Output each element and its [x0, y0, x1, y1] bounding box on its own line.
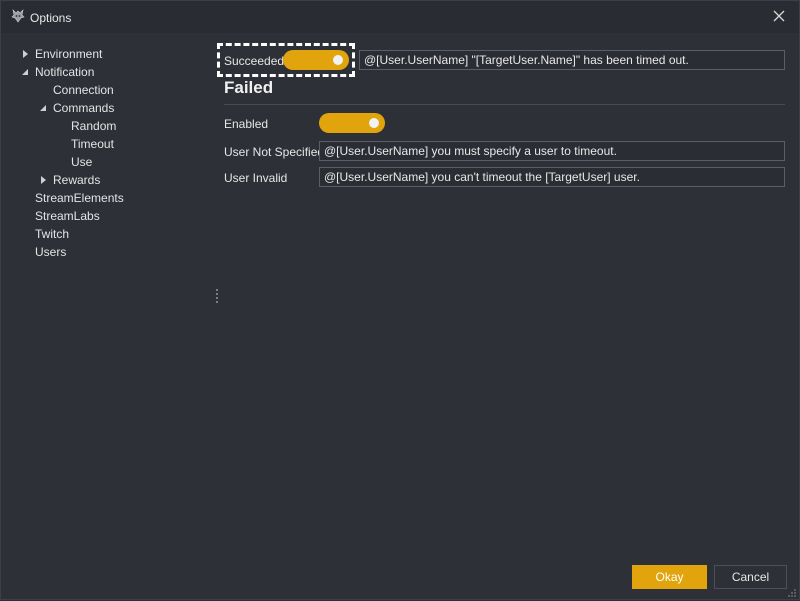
tree-item-label: Timeout	[71, 137, 114, 151]
succeeded-label: Succeeded	[224, 54, 285, 68]
chevron-right-icon[interactable]	[20, 45, 30, 63]
chevron-expanded-icon[interactable]	[38, 99, 48, 117]
succeeded-toggle[interactable]	[283, 50, 349, 70]
tree-item-notification[interactable]: Notification	[1, 63, 206, 81]
tree-item-label: Twitch	[35, 227, 70, 241]
tree-item-streamlabs[interactable]: StreamLabs	[1, 207, 206, 225]
failed-section-title: Failed	[224, 78, 274, 97]
close-icon	[773, 10, 785, 25]
options-window: Options Environment Notification Connectio…	[0, 0, 800, 600]
toggle-knob	[333, 55, 343, 65]
window-title: Options	[30, 11, 72, 25]
chevron-right-icon[interactable]	[38, 171, 48, 189]
tree-item-label: Environment	[35, 47, 103, 61]
resize-grip-icon[interactable]	[787, 587, 797, 597]
tree-item-rewards[interactable]: Rewards	[1, 171, 206, 189]
section-divider	[224, 104, 785, 105]
tree-item-label: StreamElements	[35, 191, 124, 205]
splitter-handle[interactable]	[216, 289, 219, 305]
tree-item-connection[interactable]: Connection	[1, 81, 206, 99]
cancel-button[interactable]: Cancel	[714, 565, 787, 589]
tree-item-label: StreamLabs	[35, 209, 100, 223]
toggle-knob	[369, 118, 379, 128]
dragon-shield-icon	[10, 8, 26, 24]
tree-item-timeout[interactable]: Timeout	[1, 135, 206, 153]
user-invalid-label: User Invalid	[224, 171, 288, 185]
tree-item-streamelements[interactable]: StreamElements	[1, 189, 206, 207]
okay-button[interactable]: Okay	[632, 565, 707, 589]
tree-item-commands[interactable]: Commands	[1, 99, 206, 117]
user-not-specified-label: User Not Specified	[224, 145, 325, 159]
tree-item-environment[interactable]: Environment	[1, 45, 206, 63]
tree-item-label: Connection	[53, 83, 114, 97]
tree-item-random[interactable]: Random	[1, 117, 206, 135]
tree-item-users[interactable]: Users	[1, 243, 206, 261]
tree-item-label: Use	[71, 155, 93, 169]
tree-item-label: Rewards	[53, 173, 101, 187]
tree-item-label: Commands	[53, 101, 115, 115]
enabled-toggle[interactable]	[319, 113, 385, 133]
user-not-specified-input[interactable]	[319, 141, 785, 161]
tree-item-label: Users	[35, 245, 67, 259]
chevron-expanded-icon[interactable]	[20, 63, 30, 81]
tree-item-twitch[interactable]: Twitch	[1, 225, 206, 243]
succeeded-message-input[interactable]	[359, 50, 785, 70]
tree-item-use[interactable]: Use	[1, 153, 206, 171]
tree-item-label: Notification	[35, 65, 95, 79]
user-invalid-input[interactable]	[319, 167, 785, 187]
tree-item-label: Random	[71, 119, 117, 133]
enabled-label: Enabled	[224, 117, 269, 131]
title-bar[interactable]: Options	[1, 1, 799, 33]
close-button[interactable]	[765, 3, 793, 31]
